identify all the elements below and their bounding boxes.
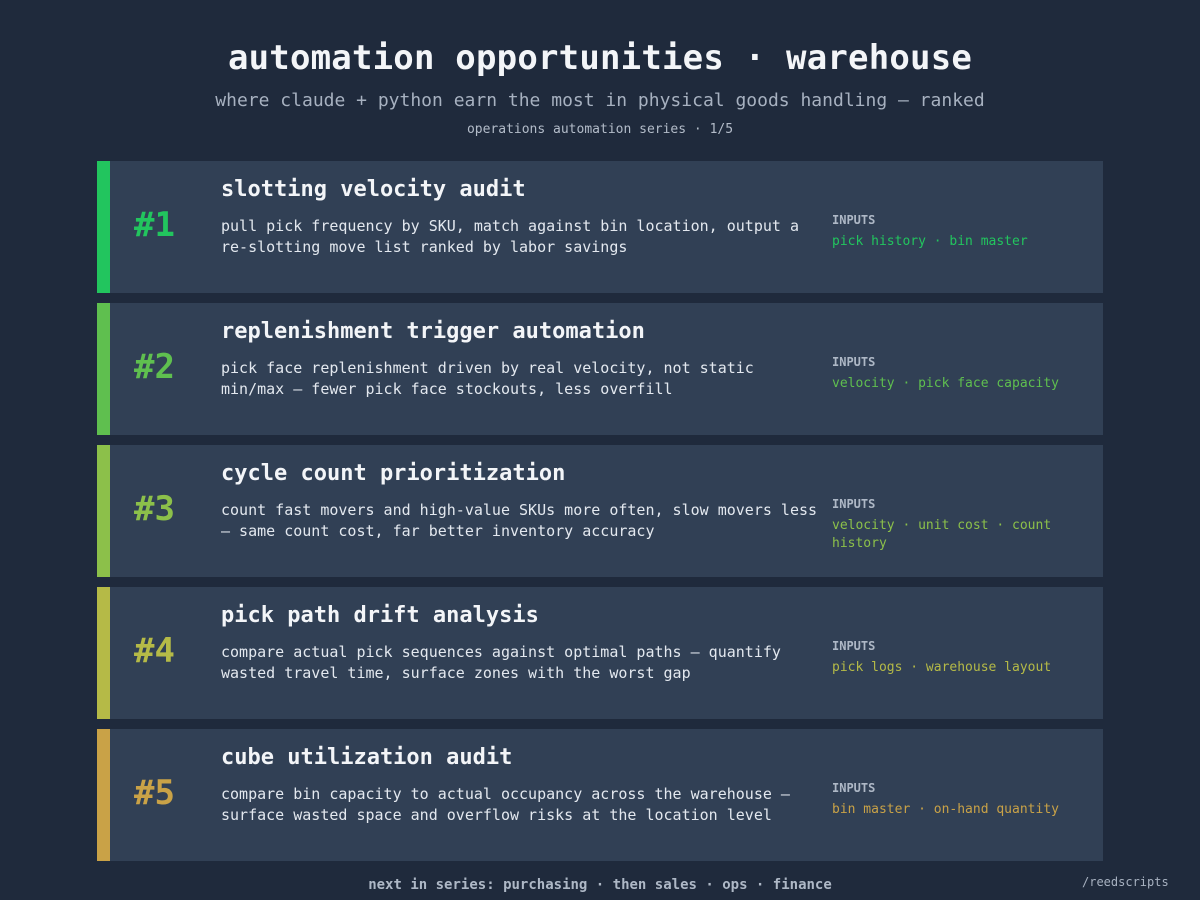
inputs-value: velocity · unit cost · count history [832, 518, 1052, 551]
card-description: pull pick frequency by SKU, match agains… [221, 217, 799, 256]
card-title: cycle count prioritization [221, 461, 566, 486]
card-description: pick face replenishment driven by real v… [221, 359, 754, 398]
inputs-label: INPUTS [832, 355, 876, 369]
inputs-label: INPUTS [832, 781, 876, 795]
opportunity-card-1: #1 slotting velocity audit pull pick fre… [97, 161, 1103, 293]
card-description: compare actual pick sequences against op… [221, 643, 781, 682]
author-handle: /reedscripts [1082, 875, 1169, 889]
opportunity-card-2: #2 replenishment trigger automation pick… [97, 303, 1103, 435]
opportunity-card-3: #3 cycle count prioritization count fast… [97, 445, 1103, 577]
card-accent-bar [97, 445, 110, 577]
card-rank: #2 [134, 347, 175, 387]
inputs-label: INPUTS [832, 639, 876, 653]
card-accent-bar [97, 161, 110, 293]
card-description: compare bin capacity to actual occupancy… [221, 785, 790, 824]
card-title: slotting velocity audit [221, 177, 526, 202]
opportunity-card-5: #5 cube utilization audit compare bin ca… [97, 729, 1103, 861]
page-title: automation opportunities · warehouse [227, 38, 973, 78]
card-rank: #1 [134, 205, 175, 245]
card-title: cube utilization audit [221, 745, 513, 770]
inputs-value: pick history · bin master [832, 234, 1028, 249]
inputs-label: INPUTS [832, 497, 876, 511]
card-accent-bar [97, 303, 110, 435]
card-description: count fast movers and high-value SKUs mo… [221, 501, 818, 540]
inputs-value: pick logs · warehouse layout [832, 660, 1052, 675]
card-title: pick path drift analysis [221, 603, 539, 628]
card-rank: #3 [134, 489, 175, 529]
opportunity-card-4: #4 pick path drift analysis compare actu… [97, 587, 1103, 719]
inputs-value: velocity · pick face capacity [832, 376, 1059, 391]
card-rank: #5 [134, 773, 175, 813]
series-footer: next in series: purchasing · then sales … [368, 877, 832, 893]
inputs-label: INPUTS [832, 213, 876, 227]
card-title: replenishment trigger automation [221, 319, 645, 344]
card-rank: #4 [134, 631, 175, 671]
page-subtitle: where claude + python earn the most in p… [215, 90, 985, 111]
card-accent-bar [97, 587, 110, 719]
inputs-value: bin master · on-hand quantity [832, 802, 1059, 817]
card-accent-bar [97, 729, 110, 861]
series-label: operations automation series · 1/5 [466, 122, 734, 137]
